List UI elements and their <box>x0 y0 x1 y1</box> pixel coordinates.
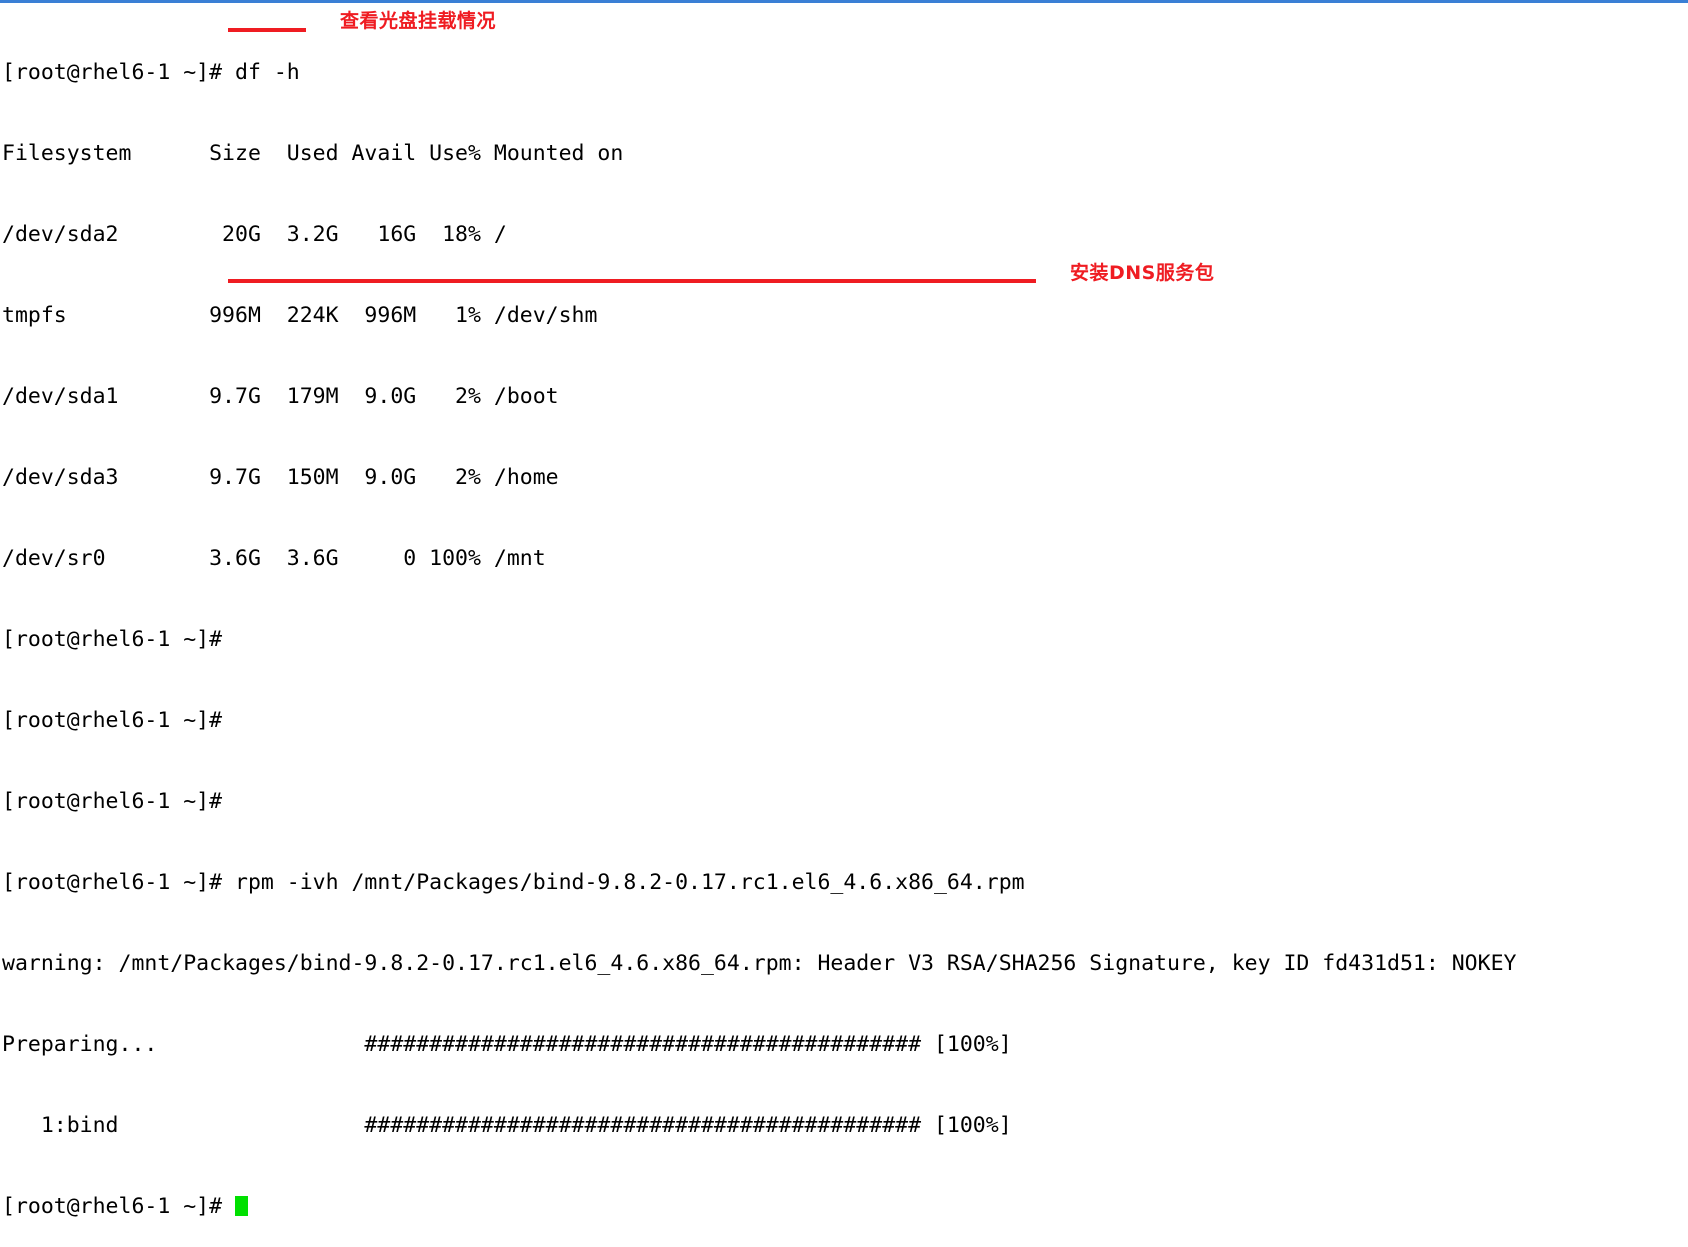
terminal-line: warning: /mnt/Packages/bind-9.8.2-0.17.r… <box>2 951 1517 976</box>
terminal-line: [root@rhel6-1 ~]# <box>2 789 223 814</box>
annotation-label-disk: 查看光盘挂载情况 <box>340 10 497 32</box>
terminal-line: [root@rhel6-1 ~]# rpm -ivh /mnt/Packages… <box>2 870 1025 895</box>
terminal-prompt: [root@rhel6-1 ~]# <box>2 1194 235 1219</box>
terminal-line: Filesystem Size Used Avail Use% Mounted … <box>2 141 624 166</box>
terminal-output-area[interactable]: [root@rhel6-1 ~]# df -h Filesystem Size … <box>0 3 1688 1219</box>
terminal-cursor <box>235 1196 248 1216</box>
terminal-line: [root@rhel6-1 ~]# <box>2 708 223 733</box>
terminal-line: /dev/sr0 3.6G 3.6G 0 100% /mnt <box>2 546 546 571</box>
terminal-line: /dev/sda2 20G 3.2G 16G 18% / <box>2 222 507 247</box>
terminal-line: 1:bind #################################… <box>2 1113 1012 1138</box>
terminal-line: /dev/sda1 9.7G 179M 9.0G 2% /boot <box>2 384 559 409</box>
annotation-underline-df <box>228 28 306 32</box>
terminal-line: [root@rhel6-1 ~]# df -h <box>2 60 300 85</box>
terminal-prompt-line: [root@rhel6-1 ~]# <box>2 1193 1688 1220</box>
annotation-label-dns: 安装DNS服务包 <box>1070 262 1215 284</box>
terminal-line: [root@rhel6-1 ~]# <box>2 627 223 652</box>
terminal-line: Preparing... ###########################… <box>2 1032 1012 1057</box>
terminal-line: tmpfs 996M 224K 996M 1% /dev/shm <box>2 303 598 328</box>
terminal-line: /dev/sda3 9.7G 150M 9.0G 2% /home <box>2 465 559 490</box>
annotation-underline-rpm <box>228 279 1036 283</box>
